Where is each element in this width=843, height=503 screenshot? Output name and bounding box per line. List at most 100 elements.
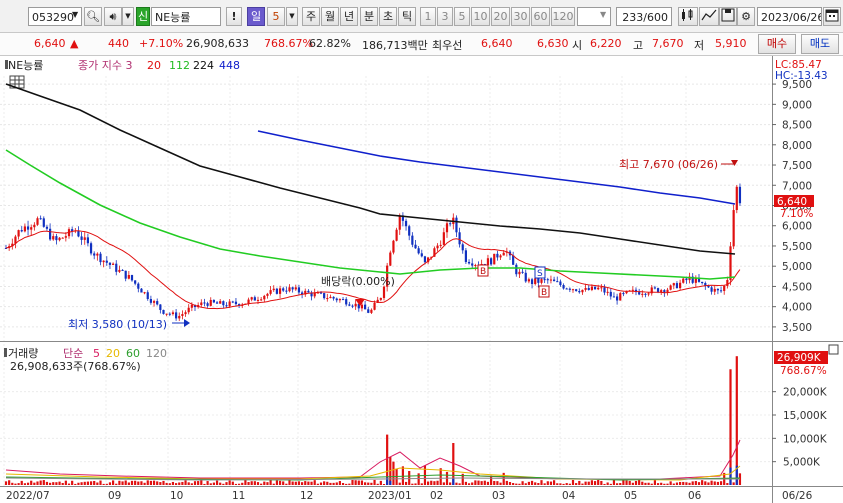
candle-body [461, 244, 464, 251]
candle-body [26, 226, 30, 230]
period-minute-tab[interactable]: 분 [360, 7, 378, 26]
volume-bar [452, 478, 455, 485]
save-icon[interactable] [719, 7, 737, 26]
volume-bar [370, 482, 373, 485]
date-label: 2022/07 [6, 490, 50, 502]
candle-body [348, 304, 351, 306]
volume-bar [253, 481, 256, 485]
candle-body [738, 186, 742, 204]
volume-bar [502, 472, 505, 485]
volume-bar [427, 481, 430, 485]
candle-body [694, 278, 697, 283]
period-year-tab[interactable]: 년 [340, 7, 358, 26]
price-legend-ma-label: 종가 지수 3 [78, 59, 132, 72]
candle-body [77, 230, 80, 237]
candle-body [253, 297, 256, 301]
volume-tick-label: 10,000K [783, 433, 828, 445]
gear-icon[interactable]: ⚙ [737, 7, 755, 26]
candle-body [159, 304, 162, 310]
volume-bar [228, 480, 231, 485]
volume-bar [282, 481, 285, 485]
candle-body [231, 301, 234, 303]
svg-text:7.10%: 7.10% [780, 208, 813, 220]
volume-bar [71, 480, 74, 485]
low-price: 5,910 [715, 37, 747, 50]
volume-bar [52, 482, 55, 485]
volume-bar [266, 482, 269, 485]
sell-button[interactable]: 매도 [801, 34, 839, 54]
stock-name-field[interactable]: NE능률 [151, 7, 221, 26]
candle-body [392, 240, 395, 253]
candle-body [502, 252, 505, 256]
volume-bar [713, 481, 716, 485]
volume-bar [310, 481, 313, 485]
volume-bar [719, 481, 723, 485]
maximize-icon[interactable] [828, 344, 839, 355]
period-day-tab[interactable]: 일 [247, 7, 265, 26]
candle-body [225, 305, 228, 307]
dropdown-arrow-icon[interactable]: ▼ [122, 7, 134, 26]
volume-bar [178, 482, 181, 485]
svg-text:배당락(0.00%): 배당락(0.00%) [321, 275, 395, 288]
candle-body [319, 292, 323, 294]
dropdown-arrow-icon[interactable]: ▼ [286, 7, 298, 26]
period-second-tab[interactable]: 초 [379, 7, 397, 26]
volume-bar [647, 482, 650, 485]
candle-body [638, 292, 641, 295]
calendar-icon[interactable] [823, 7, 841, 26]
period-week-tab[interactable]: 주 [302, 7, 320, 26]
chart-line-icon[interactable] [699, 7, 719, 26]
candle-body [108, 262, 112, 265]
volume-bar [404, 481, 408, 485]
volume-bar [313, 480, 316, 485]
period-tick-tab[interactable]: 틱 [398, 7, 416, 26]
search-icon[interactable]: 🔍︎ [84, 7, 102, 26]
warning-button[interactable]: ! [226, 7, 242, 26]
volume-bar [417, 473, 420, 485]
candle-body [518, 271, 521, 275]
dropdown-arrow-icon[interactable]: ▼ [600, 10, 606, 19]
volume-bar [86, 481, 89, 485]
candle-body [675, 283, 679, 289]
volume-bar [505, 480, 508, 485]
interval-30-button[interactable]: 30 [511, 7, 530, 26]
stock-chart[interactable]: NE능률 종가 지수 3 20 112 224 448 LC:85.47 HC:… [0, 56, 843, 503]
interval-1-button[interactable]: 1 [420, 7, 436, 26]
interval-20-button[interactable]: 20 [491, 7, 510, 26]
dropdown-arrow-icon[interactable]: ▼ [72, 10, 78, 19]
interval-60-button[interactable]: 60 [531, 7, 550, 26]
price-tick-label: 3,500 [782, 322, 812, 334]
volume-bar [575, 483, 578, 485]
volume-bar [490, 475, 493, 485]
period-month-tab[interactable]: 월 [321, 7, 339, 26]
volume-bar [729, 467, 732, 485]
current-price: 6,640 [34, 37, 66, 50]
candle-body [414, 244, 417, 249]
display-count-input[interactable]: 233/600 [616, 7, 672, 26]
candle-body [499, 255, 502, 258]
date-input[interactable]: 2023/06/26 [757, 7, 822, 26]
interval-120-button[interactable]: 120 [551, 7, 575, 26]
volume-bar [688, 482, 691, 485]
candle-body [496, 253, 499, 258]
candle-body [260, 299, 263, 301]
volume-bar [64, 480, 67, 485]
candle-type-icon[interactable] [678, 7, 698, 26]
interval-3-button[interactable]: 3 [437, 7, 453, 26]
volume-bar [512, 482, 515, 485]
volume-bar [411, 483, 414, 485]
volume-bar [357, 480, 360, 485]
interval-5-button[interactable]: 5 [454, 7, 470, 26]
period-days-select[interactable]: 5 [267, 7, 285, 26]
buy-button[interactable]: 매수 [758, 34, 796, 54]
volume-bar [650, 483, 653, 485]
volume-bar [392, 461, 395, 485]
interval-10-button[interactable]: 10 [471, 7, 490, 26]
candle-body [597, 287, 600, 290]
volume-bar [345, 483, 348, 485]
candle-body [609, 291, 612, 297]
candle-body [411, 235, 414, 245]
volume-bar [209, 483, 212, 485]
candle-body [398, 215, 401, 230]
speaker-icon[interactable]: 🔊︎ [104, 7, 122, 26]
